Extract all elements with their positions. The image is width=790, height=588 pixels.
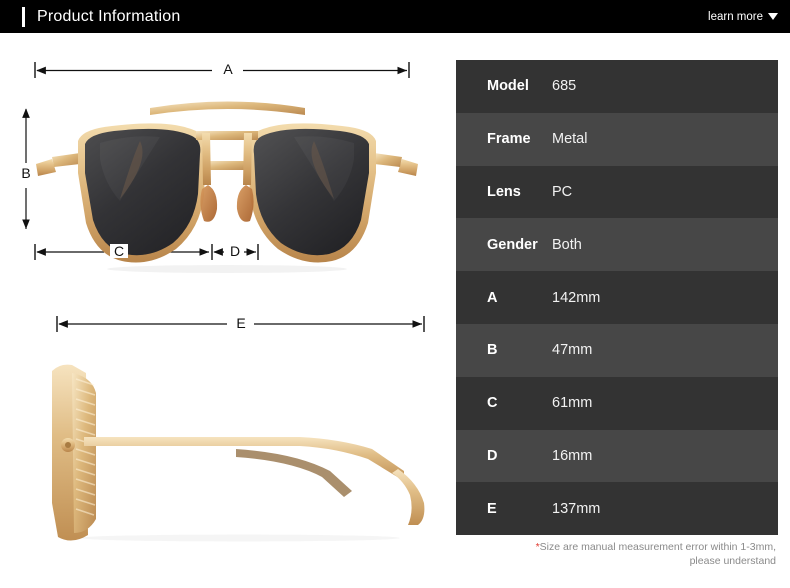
table-row: D 16mm (456, 429, 778, 483)
specification-table: Model 685 Frame Metal Lens PC Gender Bot… (456, 60, 778, 536)
spec-key: A (487, 289, 498, 306)
spec-key: Lens (487, 183, 521, 200)
table-row: Frame Metal (456, 112, 778, 166)
disclaimer-line-1: Size are manual measurement error within… (539, 541, 776, 553)
spec-value: 142mm (552, 289, 601, 306)
spec-value: 16mm (552, 447, 593, 464)
learn-more-button[interactable]: learn more (708, 11, 778, 23)
spec-key: D (487, 447, 498, 464)
table-row: Gender Both (456, 218, 778, 272)
spec-key: Model (487, 78, 529, 95)
dimension-label-b: B (17, 166, 35, 180)
page-header: Product Information learn more (0, 0, 790, 33)
chevron-down-icon (768, 13, 778, 20)
table-row: Lens PC (456, 165, 778, 219)
learn-more-label: learn more (708, 10, 763, 23)
product-diagram-area: A B C D E (0, 33, 452, 588)
spec-key: B (487, 342, 498, 359)
dimension-diagram-svg (22, 62, 425, 542)
table-row: A 142mm (456, 271, 778, 324)
spec-value: PC (552, 183, 573, 200)
spec-key: Gender (487, 236, 538, 253)
spec-value: Both (552, 236, 582, 253)
spec-value: 685 (552, 78, 577, 95)
spec-key: C (487, 395, 498, 412)
dimension-label-e: E (232, 316, 250, 330)
spec-key: Frame (487, 131, 531, 148)
product-information-page: Product Information learn more A B C D E… (0, 0, 790, 588)
spec-value: Metal (552, 131, 588, 148)
spec-value: 61mm (552, 395, 593, 412)
measurement-disclaimer: *Size are manual measurement error withi… (456, 540, 778, 568)
sunglasses-side-view-illustration (52, 364, 425, 542)
dimension-label-a: A (219, 62, 237, 76)
page-title: Product Information (37, 7, 181, 25)
table-row: C 61mm (456, 376, 778, 430)
header-accent-bar (22, 6, 25, 27)
dimension-label-c: C (110, 244, 128, 258)
disclaimer-line-2: please understand (689, 555, 776, 568)
spec-value: 137mm (552, 500, 601, 517)
dimension-label-d: D (226, 244, 244, 258)
table-row: E 137mm (456, 482, 778, 536)
spec-value: 47mm (552, 342, 593, 359)
table-row: Model 685 (456, 60, 778, 113)
spec-key: E (487, 500, 497, 517)
table-row: B 47mm (456, 323, 778, 377)
